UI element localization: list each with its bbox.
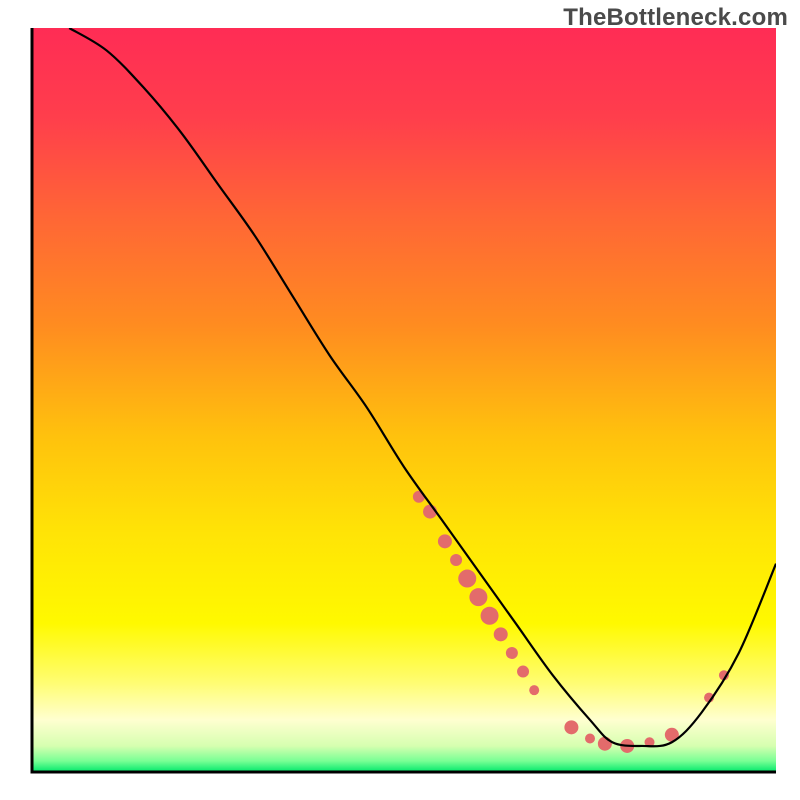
chart-container: TheBottleneck.com [0, 0, 800, 800]
attribution-label: TheBottleneck.com [563, 4, 788, 32]
data-dot [598, 737, 612, 751]
data-dot [469, 588, 487, 606]
data-dot [517, 666, 529, 678]
data-dot [564, 720, 578, 734]
data-dot [585, 734, 595, 744]
data-dot [458, 570, 476, 588]
data-dot [438, 534, 452, 548]
data-dot [481, 607, 499, 625]
data-dot [494, 627, 508, 641]
data-dot [506, 647, 518, 659]
data-dot [529, 685, 539, 695]
gradient-background [32, 28, 776, 772]
data-dot [450, 554, 462, 566]
bottleneck-chart [0, 0, 800, 800]
